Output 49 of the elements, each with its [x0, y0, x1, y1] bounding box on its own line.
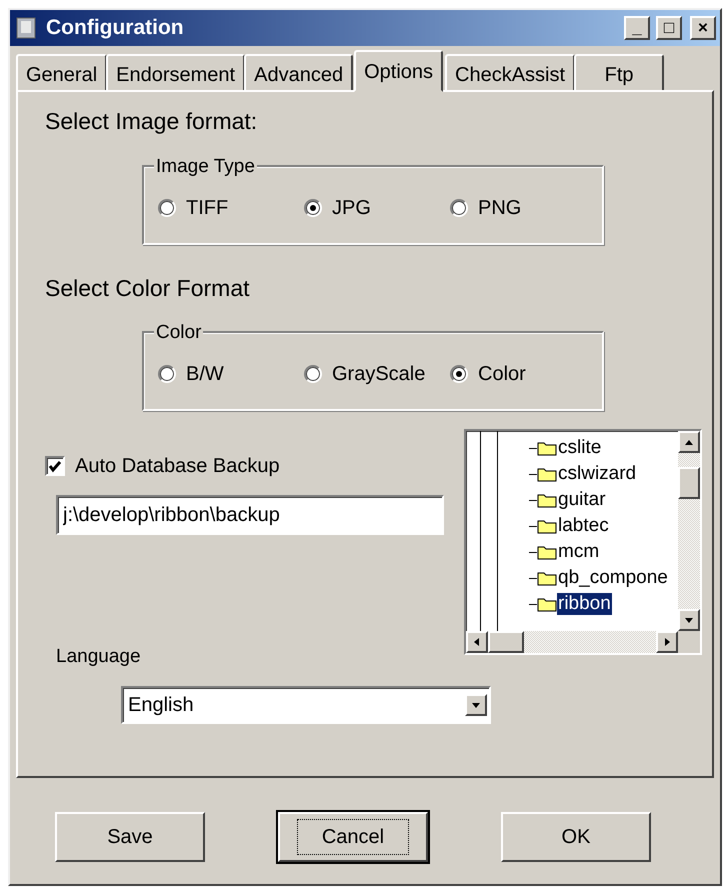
tab[interactable]: Ftp [574, 54, 664, 90]
folder-icon [537, 570, 557, 586]
minimize-button[interactable]: _ [624, 16, 650, 40]
tab[interactable]: Options [354, 50, 444, 92]
tree-item[interactable]: qb_compone [557, 567, 669, 589]
window-title: Configuration [46, 15, 184, 42]
scroll-thumb[interactable] [678, 467, 700, 499]
field-label: Language [56, 645, 142, 669]
save-button[interactable]: Save [55, 812, 205, 862]
scroll-down-button[interactable] [678, 609, 700, 631]
tab[interactable]: Endorsement [106, 54, 246, 90]
section-heading: Select Color Format [45, 274, 251, 302]
tree-item[interactable]: guitar [557, 489, 607, 511]
maximize-button[interactable]: □ [656, 16, 682, 40]
tab[interactable]: General [16, 54, 108, 90]
radio-button[interactable]: B/W [158, 359, 304, 389]
close-button[interactable]: × [690, 16, 716, 40]
folder-icon [537, 492, 557, 508]
scroll-left-button[interactable] [466, 631, 488, 653]
radio-button[interactable]: Color [450, 359, 526, 389]
folder-icon [537, 466, 557, 482]
tree-item[interactable]: labtec [557, 515, 610, 537]
ok-button[interactable]: OK [501, 812, 651, 862]
radio-button[interactable]: TIFF [158, 192, 304, 222]
vertical-scrollbar[interactable] [678, 431, 700, 631]
folder-tree[interactable]: cslite cslwizard guitar labtec mcm qb_compone ribbon [464, 429, 702, 655]
checkbox[interactable] [45, 456, 65, 476]
folder-icon [537, 596, 557, 612]
radio-button[interactable]: GrayScale [304, 359, 450, 389]
checkbox-label: Auto Database Backup [75, 454, 280, 479]
scroll-up-button[interactable] [678, 431, 700, 453]
radio-button[interactable]: JPG [304, 192, 450, 222]
scroll-right-button[interactable] [656, 631, 678, 653]
horizontal-scrollbar[interactable] [466, 631, 678, 653]
folder-icon [537, 440, 557, 456]
folder-icon [537, 544, 557, 560]
scroll-thumb[interactable] [488, 631, 524, 653]
tab[interactable]: CheckAssist [445, 54, 576, 90]
tree-item[interactable]: ribbon [557, 593, 612, 615]
cancel-button[interactable]: Cancel [278, 812, 428, 862]
folder-icon [537, 518, 557, 534]
radio-button[interactable]: PNG [450, 192, 522, 222]
scrollbar-corner [678, 631, 700, 653]
section-heading: Select Image format: [45, 107, 258, 136]
tree-item[interactable]: cslite [557, 437, 602, 459]
tab[interactable]: Advanced [244, 54, 354, 90]
tree-item[interactable]: mcm [557, 541, 600, 563]
language-dropdown[interactable]: English [121, 686, 491, 724]
tree-item[interactable]: cslwizard [557, 463, 638, 485]
